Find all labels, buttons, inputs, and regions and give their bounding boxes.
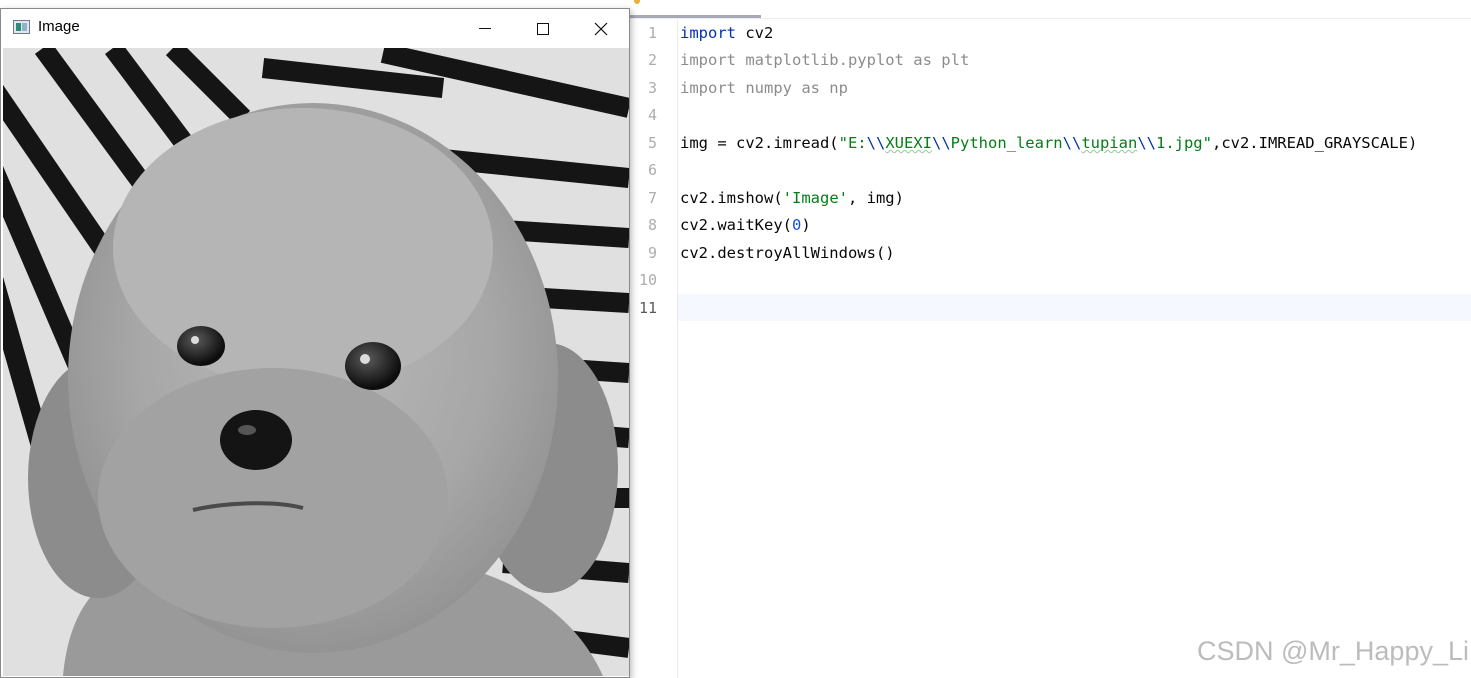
escape-sequence: \\ — [866, 134, 886, 152]
code-line-3[interactable]: import numpy as np — [680, 78, 848, 98]
maximize-button[interactable] — [514, 9, 572, 48]
close-icon — [594, 22, 608, 36]
current-line-highlight — [630, 294, 1471, 321]
line-number: 7 — [647, 189, 657, 207]
line-number: 9 — [647, 244, 657, 262]
minimize-icon — [479, 28, 491, 29]
code-text: cv2.waitKey( — [680, 216, 792, 234]
watermark: CSDN @Mr_Happy_Li — [1197, 636, 1469, 666]
maximize-icon — [537, 23, 549, 35]
image-window[interactable]: Image — [0, 8, 630, 678]
close-button[interactable] — [572, 9, 630, 48]
line-number: 1 — [647, 24, 657, 42]
code-text: img = cv2.imread( — [680, 134, 839, 152]
line-number: 10 — [638, 271, 657, 289]
keyword-import: import — [680, 24, 736, 42]
line-number: 8 — [647, 216, 657, 234]
code-text: ) — [801, 216, 811, 234]
escape-sequence: \\ — [1062, 134, 1082, 152]
string-literal: 1.jpg" — [1155, 134, 1212, 152]
window-titlebar[interactable]: Image — [1, 9, 629, 48]
code-line-2[interactable]: import matplotlib.pyplot as plt — [680, 50, 969, 70]
string-literal: XUEXI — [885, 134, 932, 152]
code-text: cv2.imshow( — [680, 189, 783, 207]
string-literal: Python_learn — [950, 134, 1063, 152]
module-name: cv2 — [736, 24, 774, 42]
poodle-photo-illustration — [3, 48, 629, 676]
line-number: 6 — [647, 161, 657, 179]
grayscale-dog-image — [3, 48, 629, 676]
code-line-5[interactable]: img = cv2.imread("E:\\XUEXI\\Python_lear… — [680, 133, 1417, 153]
code-line-7[interactable]: cv2.imshow('Image', img) — [680, 188, 904, 208]
opencv-window-icon — [13, 20, 30, 34]
line-number: 3 — [647, 79, 657, 97]
code-line-9[interactable]: cv2.destroyAllWindows() — [680, 243, 895, 263]
string-literal: "E: — [838, 134, 867, 152]
line-number-current: 11 — [638, 299, 657, 317]
number-literal: 0 — [791, 216, 802, 234]
active-tab-indicator — [630, 15, 761, 18]
line-number: 2 — [647, 51, 657, 69]
code-text: , img) — [847, 189, 904, 207]
line-number: 5 — [647, 134, 657, 152]
minimize-button[interactable] — [456, 9, 514, 48]
code-line-1[interactable]: import cv2 — [680, 23, 773, 43]
code-text: ,cv2.IMREAD_GRAYSCALE) — [1211, 134, 1418, 152]
line-number: 4 — [647, 106, 657, 124]
window-title: Image — [38, 18, 80, 35]
string-literal: tupian — [1081, 134, 1138, 152]
string-literal: 'Image' — [782, 189, 848, 207]
escape-sequence: \\ — [931, 134, 951, 152]
escape-sequence: \\ — [1137, 134, 1156, 152]
code-line-8[interactable]: cv2.waitKey(0) — [680, 215, 811, 235]
